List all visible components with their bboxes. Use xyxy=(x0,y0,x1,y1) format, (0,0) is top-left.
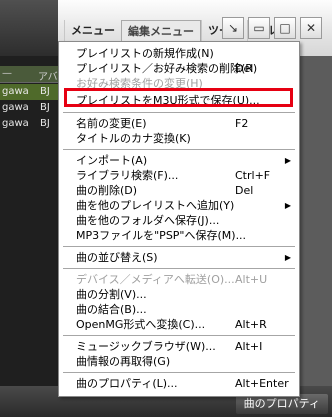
menu-separator xyxy=(63,335,295,336)
submenu-arrow-icon: ▶ xyxy=(284,201,291,210)
maximize-icon[interactable]: □ xyxy=(274,17,296,39)
menu-item-shortcut: Alt+I xyxy=(235,340,263,353)
menu-item-import[interactable]: インポート(A) ▶ xyxy=(59,153,299,168)
edit-menu-dropdown: プレイリストの新規作成(N) プレイリスト／お好み検索の削除(R) Del お好… xyxy=(58,41,300,397)
menu-item-label: 名前の変更(E) xyxy=(76,117,147,130)
menu-item-label: 曲の並び替え(S) xyxy=(76,251,158,264)
menu-item-convert-openmg[interactable]: OpenMG形式へ変換(C)... Alt+R xyxy=(59,317,299,332)
menu-item-label: プレイリスト／お好み検索の削除(R) xyxy=(76,62,258,75)
menu-item-label: 曲の分割(V)... xyxy=(76,288,147,301)
menu-item-label: プレイリストの新規作成(N) xyxy=(76,47,214,60)
submenu-arrow-icon: ▶ xyxy=(284,253,291,262)
highlight-annotation xyxy=(64,88,293,107)
menu-item-properties[interactable]: 曲のプロパティ(L)... Alt+Enter xyxy=(59,376,299,391)
menu-item-rename[interactable]: 名前の変更(E) F2 xyxy=(59,116,299,131)
table-cell: BJ xyxy=(40,86,50,97)
menu-item-kana-convert[interactable]: タイトルのカナ変換(K) xyxy=(59,131,299,146)
menu-item-join-tracks[interactable]: 曲の結合(B)... xyxy=(59,302,299,317)
menu-main[interactable]: メニュー xyxy=(64,20,121,42)
menu-item-label: 曲を他のフォルダへ保存(J)... xyxy=(76,214,220,227)
menu-item-shortcut: Del xyxy=(235,62,254,75)
table-cell: BJ xyxy=(40,118,50,129)
menu-item-sort[interactable]: 曲の並び替え(S) ▶ xyxy=(59,250,299,265)
submenu-arrow-icon: ▶ xyxy=(284,156,291,165)
menu-item-library-search[interactable]: ライブラリ検索(F)... Ctrl+F xyxy=(59,168,299,183)
menu-item-shortcut: Alt+Enter xyxy=(235,377,289,390)
menu-item-music-browser[interactable]: ミュージックブラウザ(W)... Alt+I xyxy=(59,339,299,354)
table-cell: gawa xyxy=(2,118,29,129)
menu-item-save-mp3-psp[interactable]: MP3ファイルを"PSP"へ保存(M)... xyxy=(59,228,299,243)
menu-edit[interactable]: 編集メニュー xyxy=(121,20,201,43)
menu-item-shortcut: Ctrl+F xyxy=(235,169,271,182)
menu-item-label: タイトルのカナ変換(K) xyxy=(76,132,191,145)
menu-item-save-to-folder[interactable]: 曲を他のフォルダへ保存(J)... xyxy=(59,213,299,228)
logo-area xyxy=(0,0,58,56)
menu-item-shortcut: Del xyxy=(235,184,254,197)
table-cell: gawa xyxy=(2,102,29,113)
menu-separator xyxy=(63,112,295,113)
menu-item-shortcut: Alt+U xyxy=(235,273,268,286)
menu-separator xyxy=(63,246,295,247)
minimize-icon[interactable]: ▭ xyxy=(248,17,270,39)
menu-item-label: 曲を他のプレイリストへ追加(Y) xyxy=(76,199,235,212)
menu-item-label: OpenMG形式へ変換(C)... xyxy=(76,318,206,331)
menu-item-delete-track[interactable]: 曲の削除(D) Del xyxy=(59,183,299,198)
scrollbar[interactable] xyxy=(300,56,332,386)
table-cell: BJ xyxy=(40,102,50,113)
menu-item-split-track[interactable]: 曲の分割(V)... xyxy=(59,287,299,302)
menu-item-label: デバイス／メディアへ転送(O)... xyxy=(76,273,235,286)
menu-item-label: ライブラリ検索(F)... xyxy=(76,169,179,182)
menu-item-add-to-playlist[interactable]: 曲を他のプレイリストへ追加(Y) ▶ xyxy=(59,198,299,213)
table-cell: gawa xyxy=(2,86,29,97)
menu-item-transfer-device[interactable]: デバイス／メディアへ転送(O)... Alt+U xyxy=(59,272,299,287)
menu-item-delete-playlist[interactable]: プレイリスト／お好み検索の削除(R) Del xyxy=(59,61,299,76)
column-header[interactable]: アバ xyxy=(38,68,58,83)
menu-item-label: インポート(A) xyxy=(76,154,148,167)
menu-item-shortcut: Alt+R xyxy=(235,318,267,331)
menu-item-new-playlist[interactable]: プレイリストの新規作成(N) xyxy=(59,46,299,61)
menu-item-refetch-info[interactable]: 曲情報の再取得(G) xyxy=(59,354,299,369)
menu-item-label: 曲のプロパティ(L)... xyxy=(76,377,178,390)
menu-item-label: ミュージックブラウザ(W)... xyxy=(76,340,216,353)
menu-separator xyxy=(63,149,295,150)
menu-item-label: 曲情報の再取得(G) xyxy=(76,355,171,368)
menu-separator xyxy=(63,372,295,373)
compact-mode-icon[interactable]: ↘ xyxy=(222,17,244,39)
menu-item-shortcut: F2 xyxy=(235,117,249,130)
properties-button[interactable]: 曲のプロパティ xyxy=(235,394,328,414)
menu-item-label: 曲の結合(B)... xyxy=(76,303,147,316)
close-icon[interactable]: ✕ xyxy=(300,17,322,39)
column-header[interactable]: — xyxy=(2,68,12,79)
menu-item-label: MP3ファイルを"PSP"へ保存(M)... xyxy=(76,229,247,242)
menu-item-label: 曲の削除(D) xyxy=(76,184,138,197)
window-buttons: ↘ ▭ □ ✕ xyxy=(218,17,322,39)
menu-separator xyxy=(63,268,295,269)
